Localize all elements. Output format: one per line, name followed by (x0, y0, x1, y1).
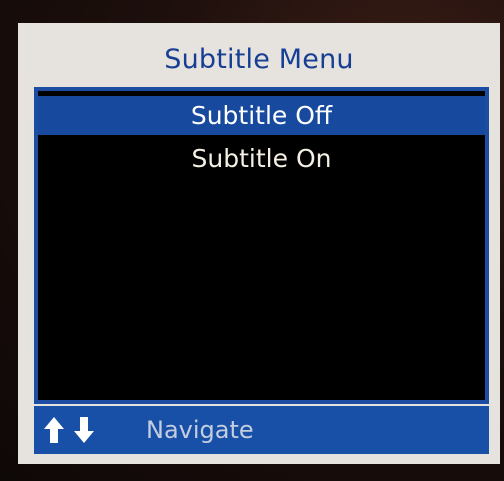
arrow-up-icon (44, 417, 64, 443)
menu-title: Subtitle Menu (164, 44, 354, 75)
option-subtitle-off[interactable]: Subtitle Off (38, 96, 485, 135)
arrow-down-icon (74, 417, 94, 443)
option-subtitle-on[interactable]: Subtitle On (38, 139, 485, 178)
navigate-label: Navigate (146, 416, 254, 444)
navigation-hint-bar: Navigate (34, 406, 489, 454)
navigation-arrows (44, 417, 94, 443)
subtitle-menu-dialog: Subtitle Menu Subtitle Off Subtitle On N… (18, 23, 500, 464)
subtitle-options-list: Subtitle Off Subtitle On (34, 87, 489, 404)
